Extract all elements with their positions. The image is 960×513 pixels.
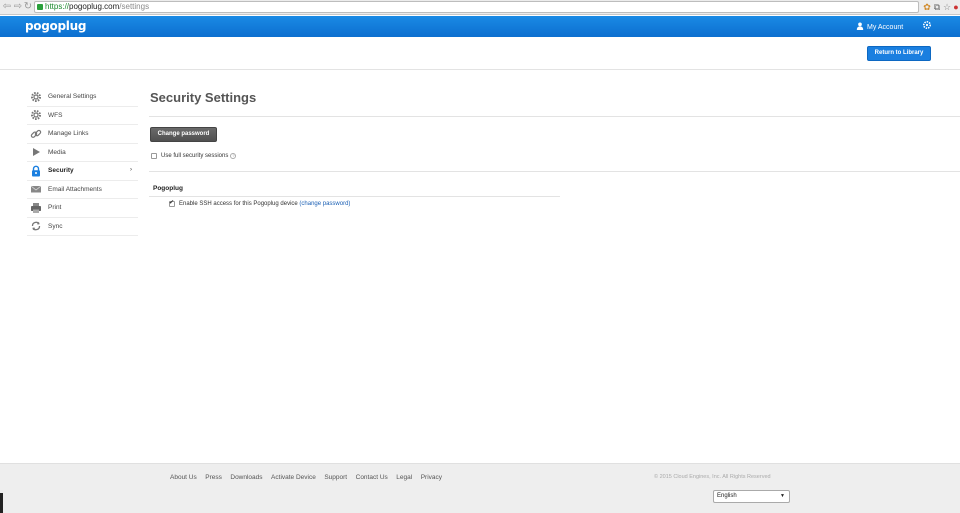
divider	[149, 196, 560, 197]
chevron-right-icon: ›	[130, 167, 132, 173]
full-security-sessions-row: Use full security sessions ?	[151, 153, 237, 159]
url-scheme: https://	[45, 2, 70, 11]
full-security-sessions-checkbox[interactable]	[151, 153, 157, 159]
footer-link-activate-device[interactable]: Activate Device	[271, 474, 316, 481]
footer: About Us Press Downloads Activate Device…	[0, 463, 960, 513]
divider	[149, 171, 960, 172]
page-title: Security Settings	[150, 90, 257, 105]
divider	[149, 116, 960, 117]
sidebar-item-security[interactable]: Security ›	[27, 162, 138, 181]
footer-link-downloads[interactable]: Downloads	[230, 474, 262, 481]
sidebar-item-label: Manage Links	[48, 130, 89, 138]
play-icon	[33, 148, 40, 157]
person-icon	[856, 22, 864, 30]
my-account-label: My Account	[867, 24, 904, 31]
lock-icon	[37, 4, 43, 10]
help-icon[interactable]: ?	[230, 153, 237, 159]
logo[interactable]: pogoplug	[25, 19, 86, 33]
url-path: /settings	[119, 2, 150, 11]
copyright: © 2015 Cloud Engines, Inc. All Rights Re…	[654, 474, 771, 480]
extension-badge-icon[interactable]: ●	[951, 2, 960, 12]
sidebar-item-label: Sync	[48, 222, 63, 230]
security-settings-panel: Security Settings Change password Use fu…	[149, 90, 960, 207]
sidebar-item-general-settings[interactable]: General Settings	[27, 88, 138, 107]
sync-icon	[31, 221, 41, 231]
footer-link-privacy[interactable]: Privacy	[421, 474, 442, 481]
gear-icon[interactable]	[922, 20, 932, 30]
envelope-icon	[30, 185, 42, 193]
ssh-access-row: Enable SSH access for this Pogoplug devi…	[169, 199, 350, 207]
sidebar-item-label: Media	[48, 148, 66, 156]
sidebar-item-print[interactable]: Print	[27, 199, 138, 218]
gear-icon	[31, 110, 41, 121]
my-account-link[interactable]: My Account	[856, 22, 903, 31]
extension-badge: 14	[931, 6, 932, 7]
change-ssh-password-link[interactable]: (change password)	[299, 201, 350, 207]
sidebar-item-wfs[interactable]: WFS	[27, 107, 138, 125]
gear-icon	[31, 91, 41, 102]
language-select[interactable]: English ▼	[713, 490, 790, 503]
ssh-access-label: Enable SSH access for this Pogoplug devi…	[179, 201, 298, 207]
sub-header: Return to Library	[0, 37, 960, 70]
sidebar-item-media[interactable]: Media	[27, 144, 138, 162]
forward-icon[interactable]: ⇨	[13, 2, 23, 12]
sidebar-item-label: Print	[48, 204, 62, 212]
address-bar[interactable]: https://pogoplug.com/settings	[34, 1, 919, 13]
settings-sidebar: General Settings WFS Manage Links Media …	[27, 88, 138, 236]
ssh-access-checkbox[interactable]	[169, 199, 175, 207]
extension-icon[interactable]: ✿	[922, 2, 932, 12]
language-value: English	[717, 493, 737, 499]
lock-icon	[32, 165, 40, 177]
footer-link-about-us[interactable]: About Us	[170, 474, 197, 481]
printer-icon	[31, 202, 41, 213]
return-to-library-button[interactable]: Return to Library	[867, 46, 931, 61]
url-host: pogoplug.com	[69, 2, 120, 11]
change-password-button[interactable]: Change password	[150, 127, 217, 142]
sidebar-item-label: WFS	[48, 111, 63, 119]
footer-links: About Us Press Downloads Activate Device…	[170, 474, 451, 481]
window-edge	[0, 493, 3, 513]
sidebar-item-sync[interactable]: Sync	[27, 218, 138, 236]
sidebar-item-manage-links[interactable]: Manage Links	[27, 125, 138, 144]
browser-toolbar: ⇦ ⇨ ↻ https://pogoplug.com/settings ✿ ⧉ …	[0, 0, 960, 15]
sidebar-item-label: Email Attachments	[48, 185, 102, 193]
footer-link-support[interactable]: Support	[324, 474, 347, 481]
footer-link-contact-us[interactable]: Contact Us	[356, 474, 388, 481]
dropdown-arrow-icon: ▼	[780, 493, 785, 499]
sidebar-item-email-attachments[interactable]: Email Attachments	[27, 181, 138, 199]
section-title-pogoplug: Pogoplug	[153, 185, 183, 192]
sidebar-item-label: General Settings	[48, 93, 97, 101]
link-icon	[30, 129, 42, 138]
app-header: pogoplug My Account	[0, 16, 960, 37]
sidebar-item-label: Security	[48, 167, 74, 175]
back-icon[interactable]: ⇦	[2, 2, 12, 12]
footer-link-press[interactable]: Press	[205, 474, 222, 481]
translate-icon[interactable]: ⧉	[932, 2, 942, 12]
full-security-sessions-label: Use full security sessions	[161, 153, 229, 159]
footer-link-legal[interactable]: Legal	[396, 474, 412, 481]
reload-icon[interactable]: ↻	[23, 2, 33, 12]
